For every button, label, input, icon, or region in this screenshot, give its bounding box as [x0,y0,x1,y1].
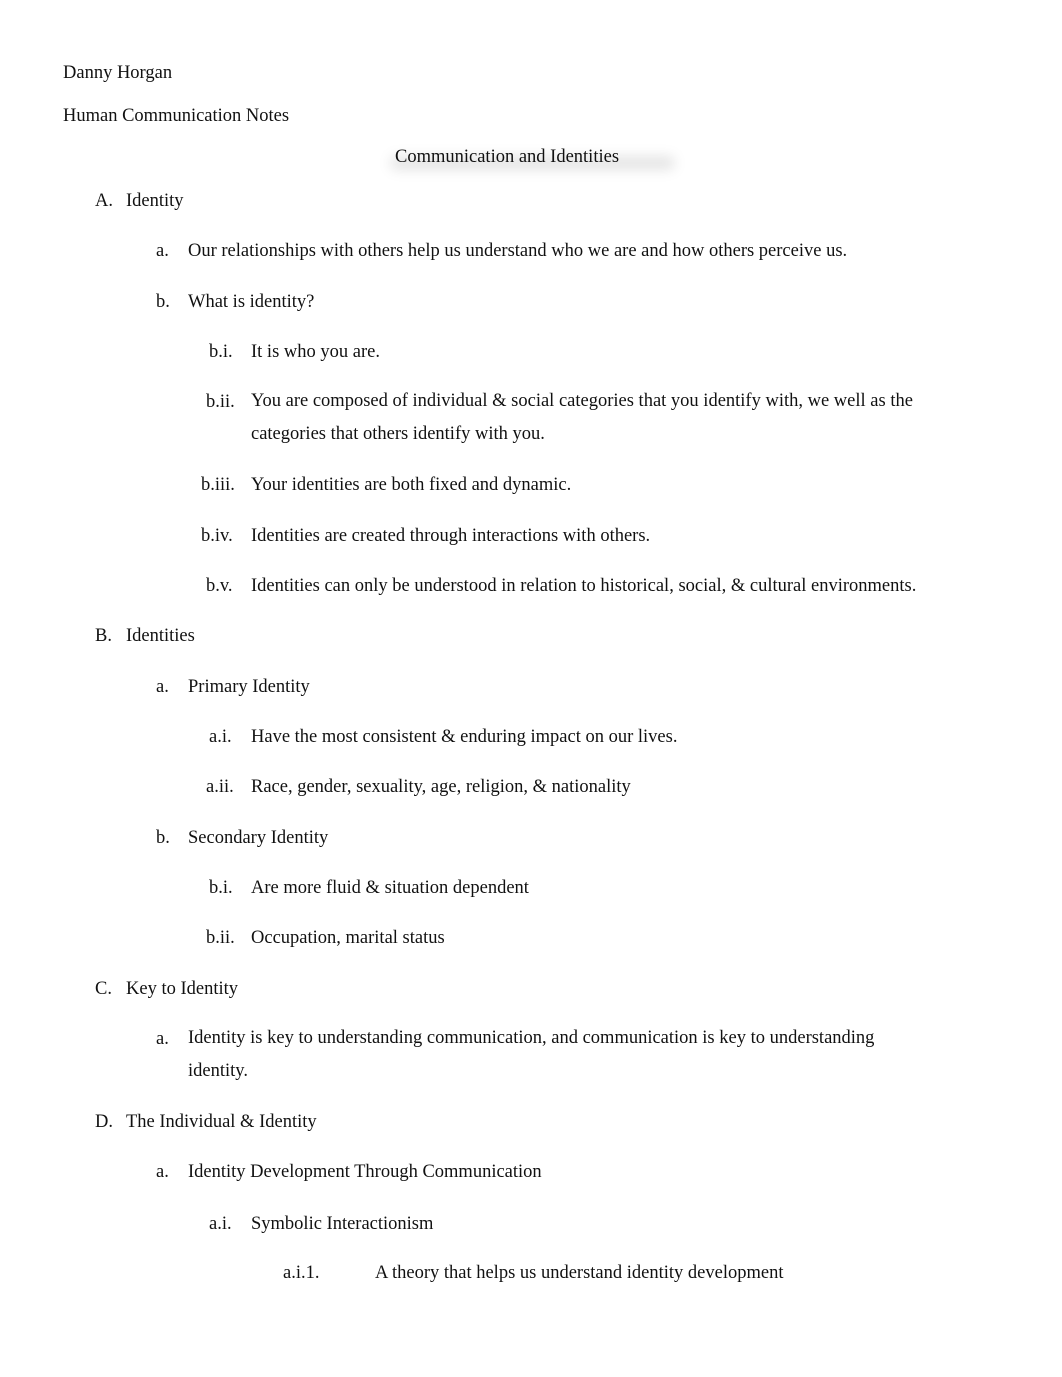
list-item: Occupation, marital status [251,928,445,948]
list-marker: b. [156,828,170,848]
list-marker: b.iii. [201,475,235,495]
section-marker: A. [95,191,113,211]
list-item: Are more fluid & situation dependent [251,878,529,898]
list-item: Your identities are both fixed and dynam… [251,475,572,495]
list-item: Primary Identity [188,677,310,697]
document-title-block: Communication and Identities [390,146,675,170]
list-marker: a.i. [209,1214,232,1234]
list-item: Race, gender, sexuality, age, religion, … [251,777,631,797]
section-heading: Identities [126,626,195,646]
list-marker: b.iv. [201,526,233,546]
list-marker: b.i. [209,342,233,362]
section-heading: The Individual & Identity [126,1112,317,1132]
list-marker: a.ii. [206,777,234,797]
list-item: You are composed of individual & social … [251,391,913,444]
list-item: Our relationships with others help us un… [188,241,848,261]
section-heading: Key to Identity [126,979,239,999]
list-item: Have the most consistent & enduring impa… [251,727,678,747]
list-marker: a. [156,241,169,261]
list-marker: a. [156,1029,169,1049]
list-marker: a.i. [209,727,232,747]
course-name: Human Communication Notes [63,106,290,126]
section-marker: D. [95,1112,113,1132]
author-name: Danny Horgan [63,63,173,83]
list-item: What is identity? [188,292,315,312]
section-marker: B. [95,626,112,646]
document-title: Communication and Identities [395,147,620,167]
list-item: A theory that helps us understand identi… [375,1263,784,1283]
list-marker: b.ii. [206,392,235,412]
list-item: It is who you are. [251,342,380,362]
list-marker: b. [156,292,170,312]
section-heading: Identity [126,191,184,211]
list-item: Identity Development Through Communicati… [188,1162,542,1182]
list-marker: a.i.1. [283,1263,320,1283]
list-marker: a. [156,677,169,697]
list-marker: b.i. [209,878,233,898]
list-marker: b.ii. [206,928,235,948]
list-item: Identities are created through interacti… [251,526,651,546]
list-item: Identity is key to understanding communi… [188,1028,875,1081]
list-marker: a. [156,1162,169,1182]
list-item: Identities can only be understood in rel… [251,576,917,596]
list-item: Symbolic Interactionism [251,1214,434,1234]
list-marker: b.v. [206,576,233,596]
list-item: Secondary Identity [188,828,329,848]
section-marker: C. [95,979,112,999]
